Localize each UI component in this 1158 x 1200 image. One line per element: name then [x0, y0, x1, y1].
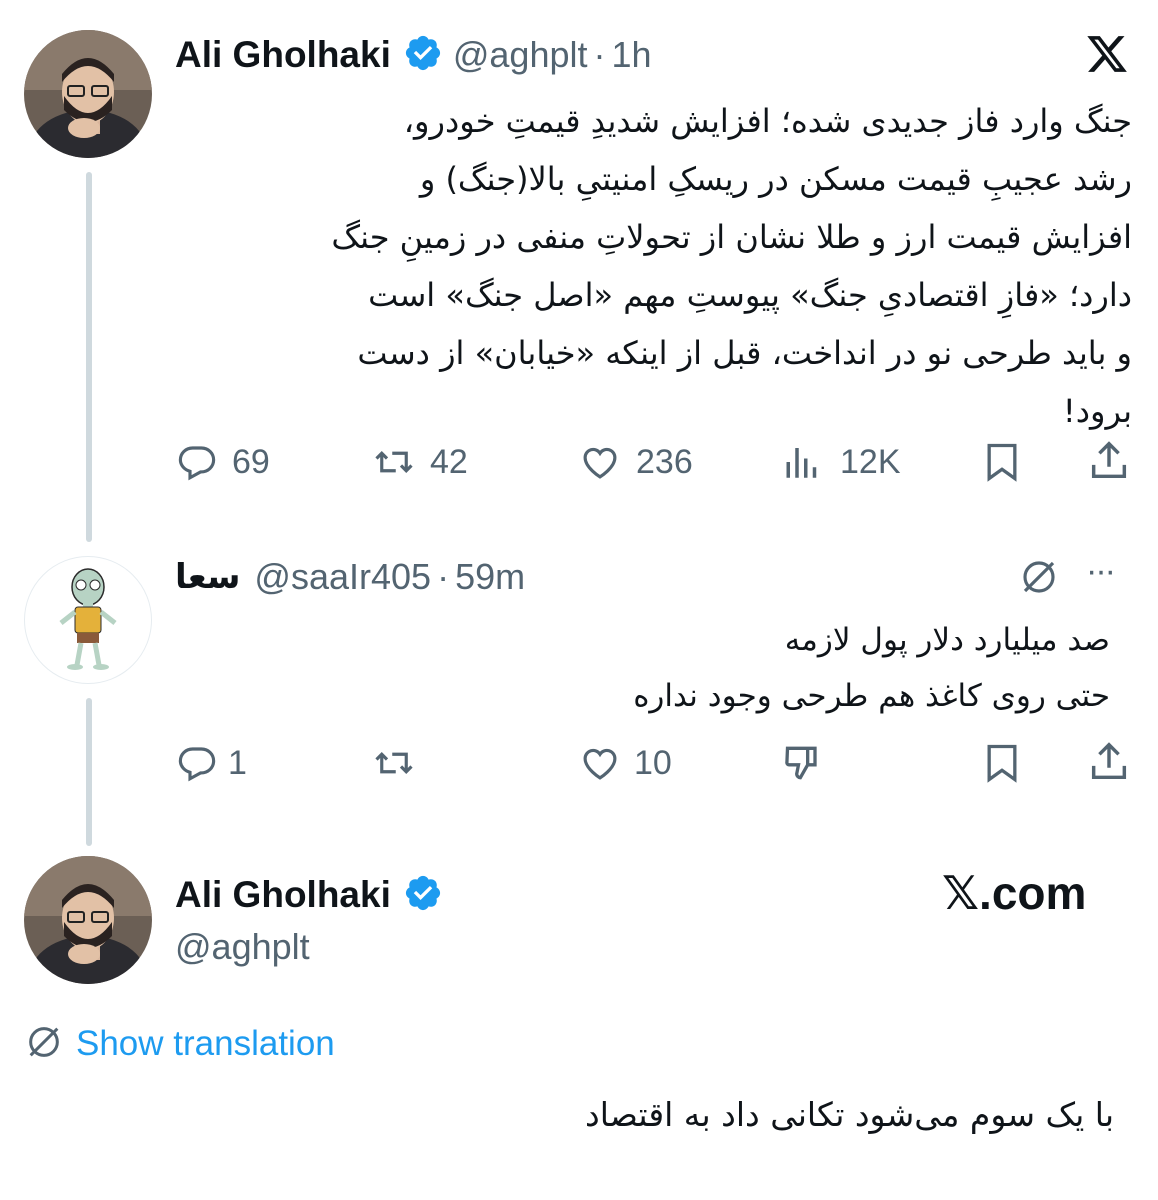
reply-text: صد میلیارد دلار پول لازمه حتی روی کاغذ ه…: [170, 612, 1110, 724]
text-line: رشد عجیبِ قیمت مسکن در ریسکِ امنیتیِ بال…: [419, 160, 1132, 198]
author-handle[interactable]: @aghplt: [453, 34, 588, 76]
reply-count: 1: [228, 743, 247, 782]
repost-button[interactable]: 42: [372, 440, 468, 484]
text-line: صد میلیارد دلار پول لازمه: [784, 622, 1110, 658]
dislike-icon[interactable]: [782, 741, 826, 790]
bookmark-icon[interactable]: [980, 440, 1024, 489]
text-line: و باید طرحی نو در انداخت، قبل از اینکه «…: [357, 334, 1132, 372]
reply-button[interactable]: 1: [176, 741, 247, 785]
thread-line: [86, 698, 92, 846]
timestamp[interactable]: 1h: [612, 34, 652, 76]
like-count: 10: [634, 743, 672, 782]
like-button[interactable]: 236: [578, 440, 693, 484]
share-icon[interactable]: [1086, 739, 1132, 790]
author-name[interactable]: سعا: [175, 557, 240, 597]
reply-button[interactable]: 69: [176, 440, 270, 484]
text-line: برود!: [1062, 392, 1132, 430]
reply-header: سعا @saaIr405 · 59m: [175, 553, 525, 601]
views-button[interactable]: 12K: [782, 440, 901, 484]
separator: ·: [437, 556, 450, 597]
separator: ·: [593, 34, 606, 75]
verified-badge-icon: [403, 873, 443, 918]
like-icon: [578, 441, 622, 483]
author-name[interactable]: Ali Gholhaki: [175, 34, 391, 76]
verified-badge-icon: [403, 33, 443, 78]
thread-line: [86, 172, 92, 542]
avatar[interactable]: [24, 30, 152, 158]
grok-icon[interactable]: [1018, 556, 1060, 603]
reply-count: 69: [232, 442, 270, 481]
x-com-watermark: 𝕏.com: [942, 867, 1087, 919]
bookmark-icon[interactable]: [980, 741, 1024, 790]
share-icon[interactable]: [1086, 438, 1132, 489]
text-line: افزایش قیمت ارز و طلا نشان از تحولاتِ من…: [331, 218, 1132, 256]
repost-count: 42: [430, 442, 468, 481]
like-button[interactable]: 10: [578, 741, 672, 785]
author-handle[interactable]: @saaIr405: [254, 556, 431, 598]
author-name[interactable]: Ali Gholhaki: [175, 874, 391, 916]
avatar[interactable]: [24, 856, 152, 984]
text-line: حتی روی کاغذ هم طرحی وجود نداره: [633, 678, 1110, 714]
author-handle[interactable]: @aghplt: [175, 926, 310, 968]
repost-button[interactable]: [372, 741, 416, 785]
views-icon: [782, 441, 826, 483]
repost-icon: [372, 742, 416, 784]
tweet-text: جنگ وارد فاز جدیدی شده؛ افزایش شدیدِ قیم…: [170, 92, 1132, 440]
tweet-header: Ali Gholhaki: [175, 870, 443, 920]
text-line: دارد؛ «فازِ اقتصادیِ جنگ» پیوستِ مهم «اص…: [368, 276, 1132, 314]
tweet-header: Ali Gholhaki @aghplt · 1h: [175, 30, 652, 80]
views-count: 12K: [840, 442, 901, 481]
repost-icon: [372, 441, 416, 483]
like-icon: [578, 742, 622, 784]
show-translation-button[interactable]: Show translation: [24, 1022, 335, 1066]
avatar[interactable]: [24, 556, 152, 684]
x-logo-icon[interactable]: [1084, 32, 1130, 76]
reply-icon: [176, 441, 218, 483]
tweet-text: با یک سوم می‌شود تکانی داد به اقتصاد: [585, 1095, 1114, 1134]
translate-icon: [24, 1022, 64, 1067]
more-icon[interactable]: ···: [1086, 552, 1116, 591]
timestamp[interactable]: 59m: [455, 556, 525, 598]
text-line: جنگ وارد فاز جدیدی شده؛ افزایش شدیدِ قیم…: [403, 102, 1132, 140]
reply-icon: [176, 742, 218, 784]
like-count: 236: [636, 442, 693, 481]
show-translation-label: Show translation: [76, 1024, 335, 1063]
